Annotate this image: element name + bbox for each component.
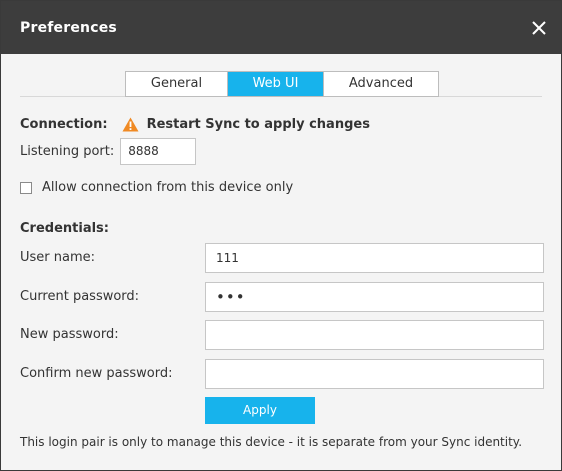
title-bar: Preferences [1, 1, 561, 54]
connection-label: Connection: [20, 117, 108, 132]
warning-icon [122, 117, 139, 132]
close-icon[interactable] [529, 18, 549, 38]
new-password-label: New password: [20, 327, 119, 342]
allow-local-label: Allow connection from this device only [42, 180, 294, 195]
tab-general[interactable]: General [126, 72, 228, 96]
connection-row: Connection: Restart Sync to apply change… [20, 117, 370, 132]
credentials-label: Credentials: [20, 221, 109, 236]
allow-local-checkbox[interactable] [20, 181, 32, 194]
window-title: Preferences [20, 19, 117, 36]
username-input[interactable]: 111 [205, 243, 544, 273]
tab-bar: General Web UI Advanced [125, 71, 439, 97]
allow-local-row: Allow connection from this device only [20, 180, 293, 195]
preferences-dialog: Preferences General Web UI Advanced Conn… [0, 0, 562, 471]
current-password-input[interactable]: ••• [205, 282, 544, 312]
tab-advanced[interactable]: Advanced [324, 72, 438, 96]
current-password-label: Current password: [20, 289, 140, 304]
username-label: User name: [20, 250, 96, 265]
listening-port-input[interactable]: 8888 [120, 138, 197, 165]
restart-warning-text: Restart Sync to apply changes [146, 117, 370, 132]
footer-note: This login pair is only to manage this d… [20, 435, 523, 449]
apply-button[interactable]: Apply [205, 397, 315, 424]
listening-port-label: Listening port: [20, 144, 115, 159]
new-password-input[interactable] [205, 320, 544, 350]
confirm-password-input[interactable] [205, 359, 544, 389]
confirm-password-label: Confirm new password: [20, 366, 173, 381]
listening-port-row: Listening port: 8888 [20, 138, 197, 165]
tab-bar-row: General Web UI Advanced [1, 54, 561, 114]
tab-web-ui[interactable]: Web UI [228, 72, 324, 96]
